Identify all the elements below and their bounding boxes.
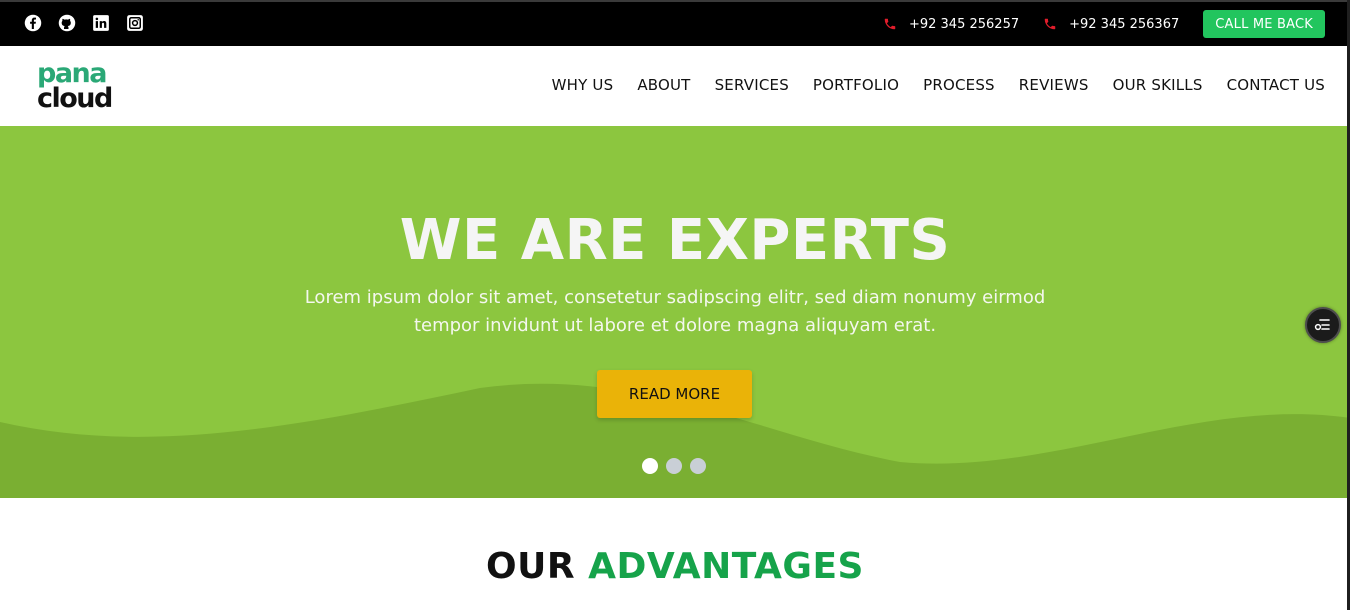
nav-item-portfolio[interactable]: PORTFOLIO — [813, 76, 899, 94]
logo-line-2: cloud — [37, 83, 112, 110]
nav-menu: WHY US ABOUT SERVICES PORTFOLIO PROCESS … — [528, 76, 1325, 94]
phone-icon — [1043, 17, 1057, 31]
phone-number-1-text: +92 345 256257 — [908, 16, 1020, 32]
settings-list-icon — [1314, 319, 1330, 331]
slider-dots — [642, 458, 706, 474]
github-icon[interactable] — [58, 14, 76, 32]
slider-dot-2[interactable] — [666, 458, 682, 474]
nav-item-why-us[interactable]: WHY US — [552, 76, 614, 94]
instagram-icon[interactable] — [126, 14, 144, 32]
linkedin-icon[interactable] — [92, 14, 110, 32]
slider-dot-3[interactable] — [690, 458, 706, 474]
nav-item-process[interactable]: PROCESS — [923, 76, 995, 94]
phone-number-2[interactable]: +92 345 256367 — [1043, 17, 1179, 32]
panacloud-logo[interactable]: pana cloud — [37, 60, 131, 110]
advantages-section: OUR ADVANTAGES — [0, 498, 1350, 610]
hero-text: Lorem ipsum dolor sit amet, consetetur s… — [304, 287, 1046, 336]
hero-slider: WE ARE EXPERTS Lorem ipsum dolor sit ame… — [0, 126, 1350, 498]
nav-item-our-skills[interactable]: OUR SKILLS — [1113, 76, 1203, 94]
floating-settings-button[interactable] — [1305, 307, 1341, 343]
phone-number-2-text: +92 345 256367 — [1069, 16, 1180, 32]
social-links — [24, 14, 144, 32]
nav-item-reviews[interactable]: REVIEWS — [1019, 76, 1089, 94]
nav-item-contact-us[interactable]: CONTACT US — [1227, 76, 1325, 94]
advantages-title-part1: OUR — [486, 546, 576, 587]
contact-area: +92 345 256257 +92 345 256367 CALL ME BA… — [883, 10, 1325, 38]
advantages-title: OUR ADVANTAGES — [0, 546, 1350, 587]
slider-dot-1[interactable] — [642, 458, 658, 474]
phone-icon — [883, 17, 897, 31]
facebook-icon[interactable] — [24, 14, 42, 32]
nav-item-services[interactable]: SERVICES — [715, 76, 789, 94]
read-more-button[interactable]: READ MORE — [597, 370, 752, 418]
main-navbar: pana cloud WHY US ABOUT SERVICES PORTFOL… — [0, 46, 1350, 126]
advantages-title-part2: ADVANTAGES — [588, 546, 864, 587]
call-me-back-button[interactable]: CALL ME BACK — [1203, 10, 1325, 38]
phone-number-1[interactable]: +92 345 256257 — [883, 17, 1019, 32]
nav-item-about[interactable]: ABOUT — [637, 76, 690, 94]
hero-title: WE ARE EXPERTS — [399, 208, 951, 273]
top-bar: +92 345 256257 +92 345 256367 CALL ME BA… — [0, 0, 1350, 46]
